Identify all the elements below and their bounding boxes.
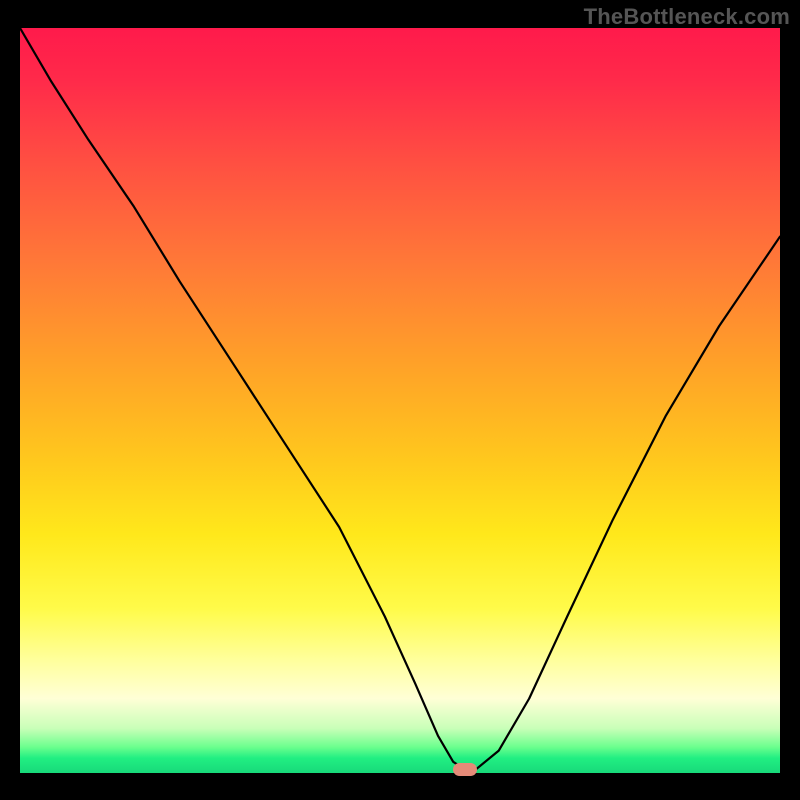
watermark-text: TheBottleneck.com [584, 4, 790, 30]
optimal-marker [453, 763, 477, 776]
bottleneck-curve-svg [20, 28, 780, 773]
chart-frame: TheBottleneck.com [0, 0, 800, 800]
bottleneck-curve [20, 28, 780, 769]
